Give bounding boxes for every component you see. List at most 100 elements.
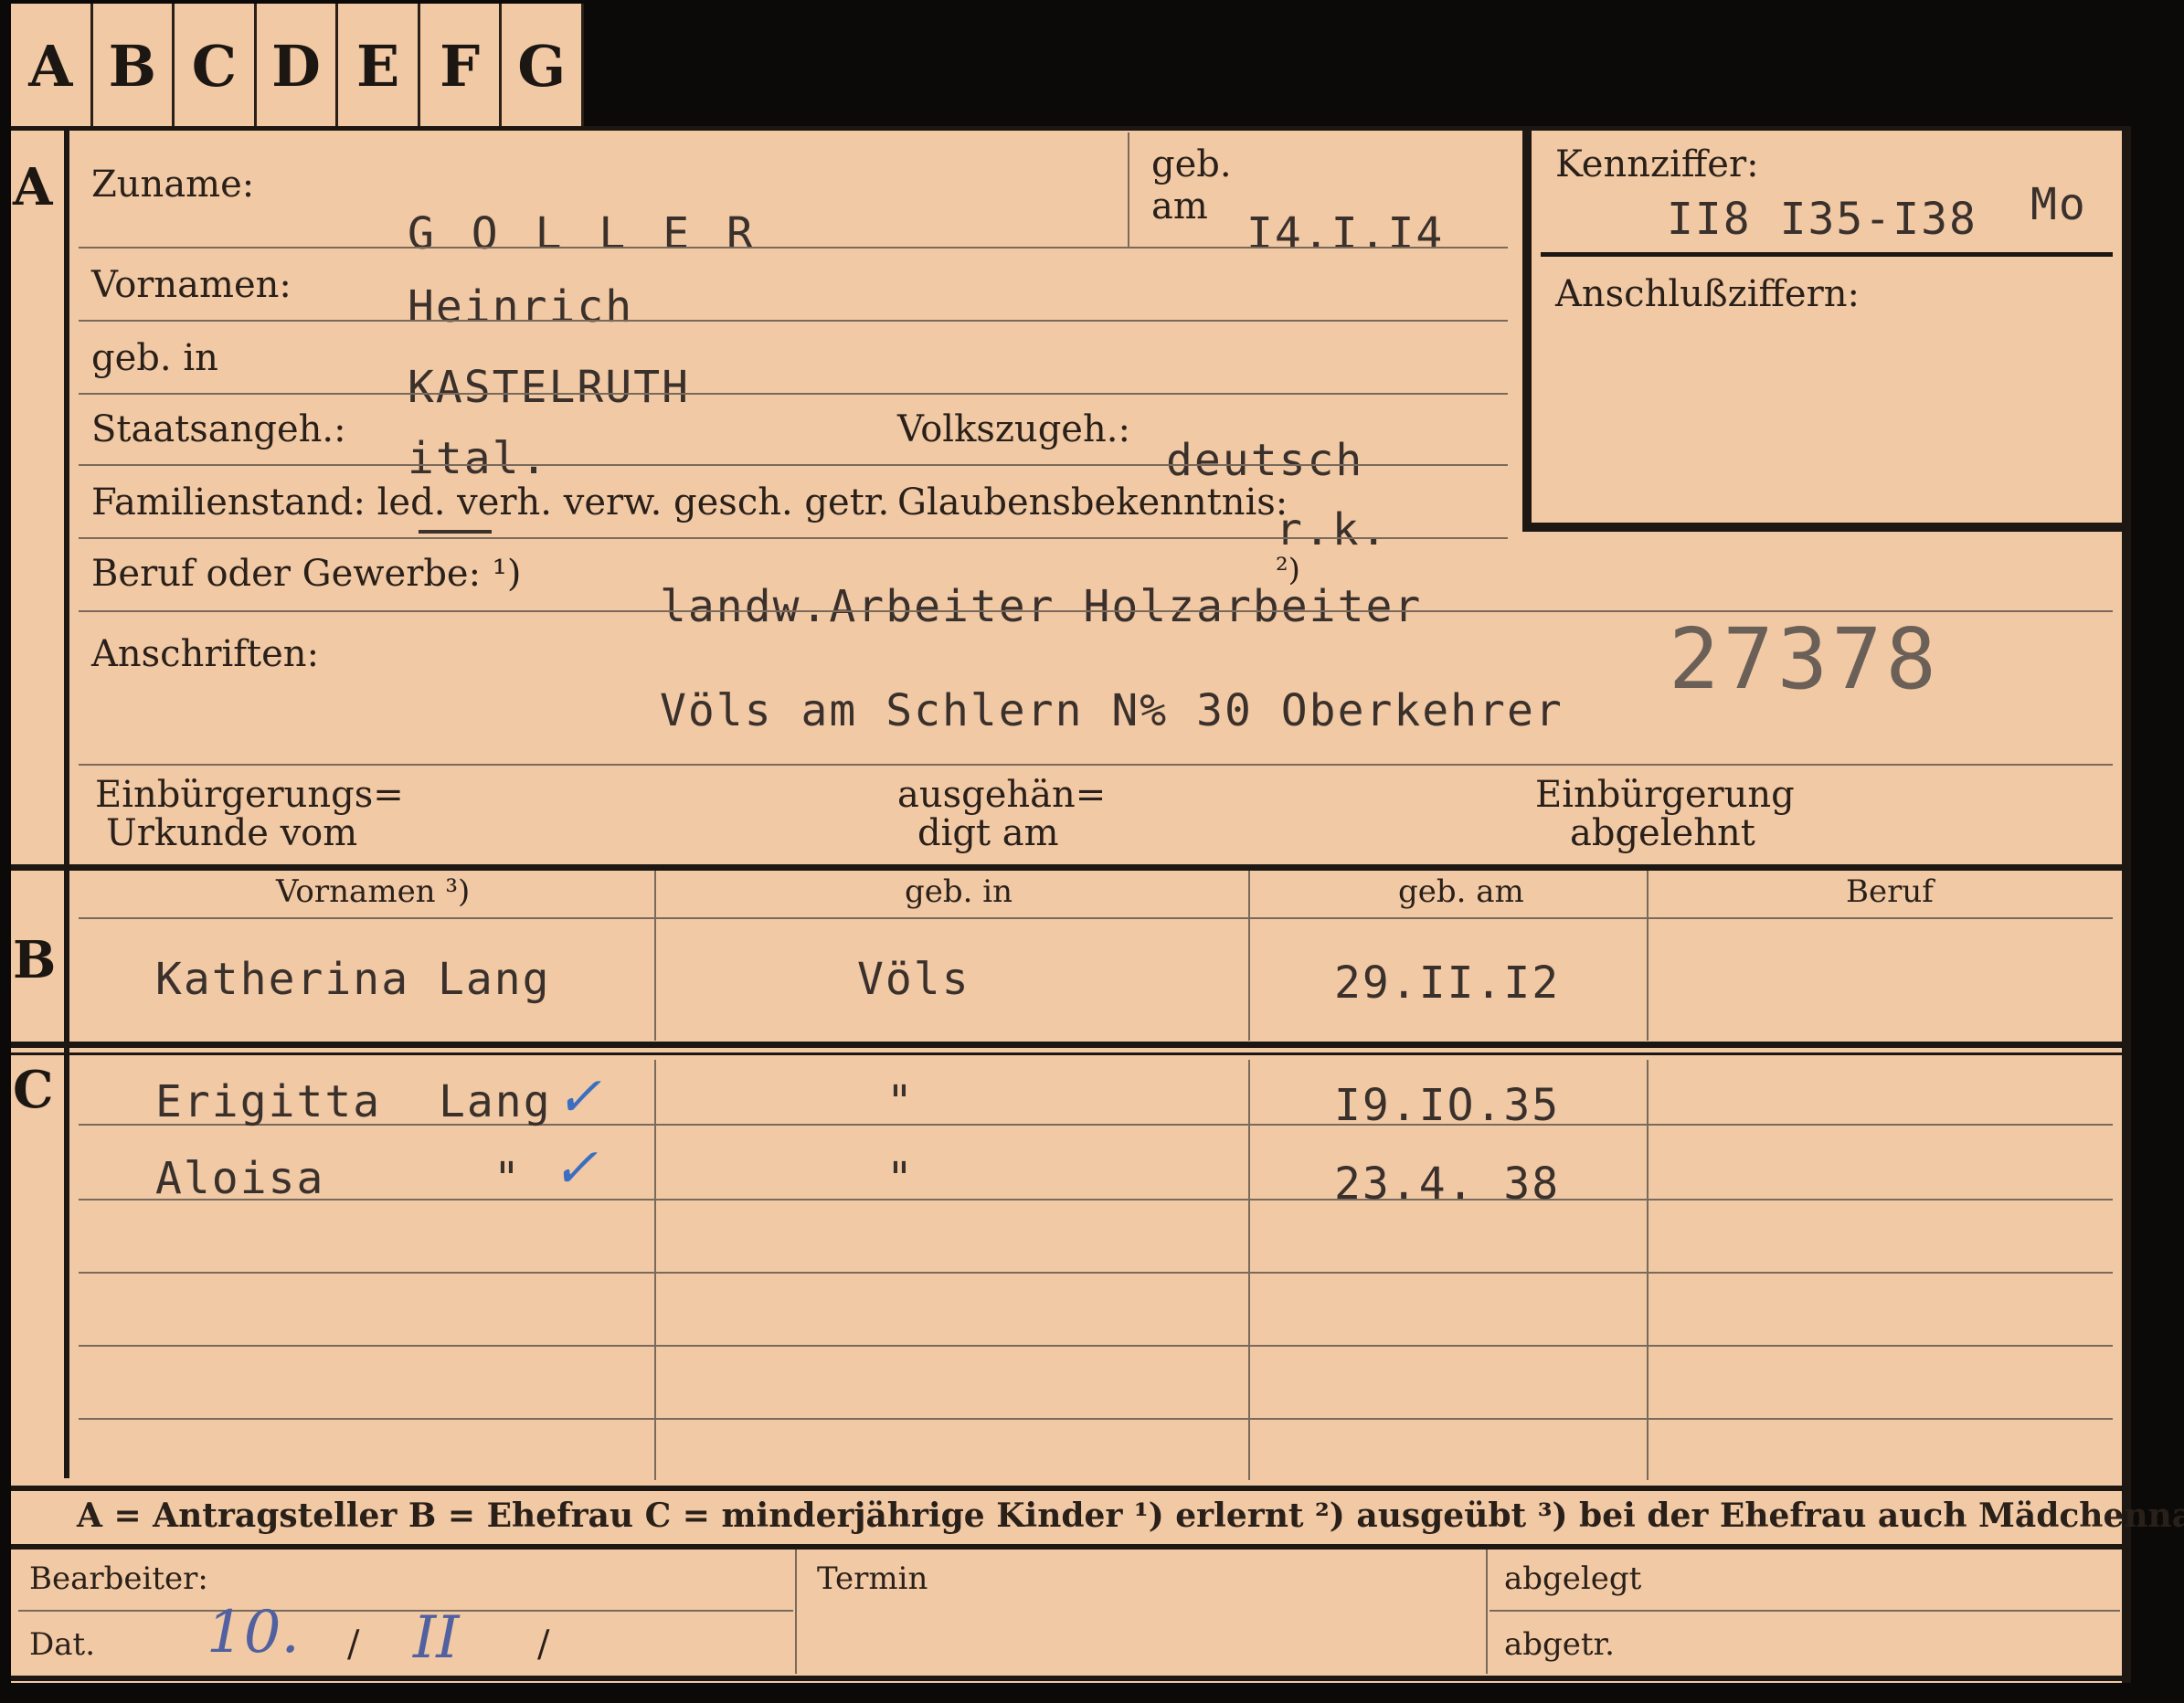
top-border <box>11 126 2131 131</box>
section-a-label: A <box>13 157 53 217</box>
col-beruf-header: Beruf <box>1846 873 1934 910</box>
child-2-geb-in: " <box>886 1153 915 1204</box>
glaubensbekenntnis-value: r.k. <box>1276 504 1389 555</box>
tab-f: F <box>420 4 503 128</box>
anschrift-value: Völs am Schlern N% 30 Oberkehrer <box>660 685 1564 736</box>
tab-c: C <box>175 4 257 128</box>
abgelegt-label: abgelegt <box>1504 1560 1642 1597</box>
date-separator: / <box>347 1624 360 1666</box>
check-mark-icon: ✓ <box>556 1065 602 1129</box>
section-c-border-inner <box>11 1052 2131 1055</box>
col-vornamen-header: Vornamen ³) <box>276 873 471 910</box>
kennziffer-box-bottom <box>1522 523 2122 532</box>
row-rule <box>79 320 1508 322</box>
einb-urkunde-label-2: Urkunde vom <box>106 812 358 854</box>
date-day-handwritten: 10. <box>207 1599 300 1666</box>
volkszugeh-value: deutsch <box>1166 435 1364 486</box>
zuname-label: Zuname: <box>91 164 255 206</box>
birth-date-value: I4.I.I4 <box>1246 208 1445 259</box>
einb-abgelehnt-label-1: Einbürgerung <box>1535 774 1795 816</box>
volkszugeh-label: Volkszugeh.: <box>897 408 1130 450</box>
child-1-geb-am: I9.IO.35 <box>1334 1080 1561 1131</box>
header-rule <box>79 917 2113 919</box>
date-month-handwritten: II <box>413 1604 460 1672</box>
col-divider <box>1647 871 1649 1041</box>
child-2-geb-am: 23.4. 38 <box>1334 1158 1561 1210</box>
child-1-geb-in: " <box>886 1076 915 1127</box>
tab-a: A <box>11 4 93 128</box>
einb-abgelehnt-label-2: abgelehnt <box>1570 812 1755 854</box>
vornamen-label: Vornamen: <box>91 264 292 306</box>
staatsangeh-value: ital. <box>408 433 549 484</box>
section-b-border <box>11 864 2131 871</box>
section-c-border <box>11 1042 2131 1048</box>
col-geb-am-header: geb. am <box>1398 873 1524 910</box>
ausgehaendigt-label-1: ausgehän= <box>897 774 1107 816</box>
legend-text: A = Antragsteller B = Ehefrau C = minder… <box>77 1497 2184 1535</box>
einb-urkunde-label-1: Einbürgerungs= <box>95 774 404 816</box>
legend-top-border <box>11 1486 2131 1491</box>
spouse-geb-am: 29.II.I2 <box>1334 957 1561 1009</box>
tab-g: G <box>517 32 567 100</box>
row-rule <box>79 393 1508 395</box>
tab-d: D <box>257 4 339 128</box>
footer-rule <box>1490 1610 2120 1612</box>
col-divider <box>1647 1060 1649 1480</box>
familienstand-label: Familienstand: led. verh. verw. gesch. g… <box>91 481 890 524</box>
vornamen-value: Heinrich <box>408 281 634 333</box>
section-divider <box>64 126 69 1478</box>
col-divider <box>654 871 656 1041</box>
index-tabs: A B C D E F G <box>11 4 584 128</box>
termin-label: Termin <box>817 1560 928 1597</box>
legend-bottom-border <box>11 1544 2131 1550</box>
row-rule <box>79 247 1508 249</box>
geb-am-divider <box>1128 132 1129 247</box>
footer-divider <box>1486 1550 1488 1674</box>
card-number-stamp: 27378 <box>1669 610 1940 708</box>
zuname-value: G O L L E R <box>408 208 758 259</box>
child-row-rule <box>79 1272 2113 1274</box>
geb-in-value: KASTELRUTH <box>408 362 690 413</box>
col-divider <box>1248 1060 1250 1480</box>
child-1-surname: Lang <box>439 1076 552 1127</box>
child-2-vornamen: Aloisa <box>155 1153 325 1204</box>
footer-rule <box>18 1610 793 1612</box>
spouse-geb-in: Völs <box>857 954 970 1005</box>
spouse-vornamen: Katherina Lang <box>155 954 551 1005</box>
kennziffer-suffix: Mo <box>2030 179 2087 230</box>
geb-label: geb. <box>1151 143 1232 185</box>
tab-e: E <box>338 4 420 128</box>
footer-divider <box>795 1550 797 1674</box>
right-border <box>2122 126 2131 1683</box>
abgetr-label: abgetr. <box>1504 1626 1615 1663</box>
child-row-rule <box>79 1199 2113 1201</box>
dat-label: Dat. <box>29 1626 96 1663</box>
beruf-label: Beruf oder Gewerbe: ¹) <box>91 553 522 595</box>
section-c-label: C <box>13 1060 54 1120</box>
kennziffer-label: Kennziffer: <box>1555 143 1759 185</box>
row-rule <box>79 537 1508 539</box>
kennziffer-value: II8 I35-I38 <box>1667 194 1977 245</box>
geb-in-label: geb. in <box>91 337 218 379</box>
child-row-rule <box>79 1418 2113 1420</box>
row-rule <box>79 764 2113 766</box>
col-geb-in-header: geb. in <box>905 873 1013 910</box>
col-divider <box>654 1060 656 1480</box>
kennziffer-box-left <box>1522 130 1532 532</box>
check-mark-icon: ✓ <box>552 1137 599 1201</box>
col-divider <box>1248 871 1250 1041</box>
anschlussziffern-label: Anschlußziffern: <box>1555 273 1860 315</box>
tab-b: B <box>93 4 175 128</box>
child-row-rule <box>79 1124 2113 1126</box>
child-1-vornamen: Erigitta <box>155 1076 382 1127</box>
bottom-border <box>11 1676 2131 1681</box>
verh-underline <box>419 530 492 534</box>
row-rule <box>79 464 1508 466</box>
child-row-rule <box>79 1345 2113 1347</box>
ausgehaendigt-label-2: digt am <box>917 812 1059 854</box>
bearbeiter-label: Bearbeiter: <box>29 1560 208 1597</box>
date-separator: / <box>537 1624 550 1666</box>
staatsangeh-label: Staatsangeh.: <box>91 408 346 450</box>
child-2-surname: " <box>493 1153 522 1204</box>
anschriften-label: Anschriften: <box>91 633 320 675</box>
